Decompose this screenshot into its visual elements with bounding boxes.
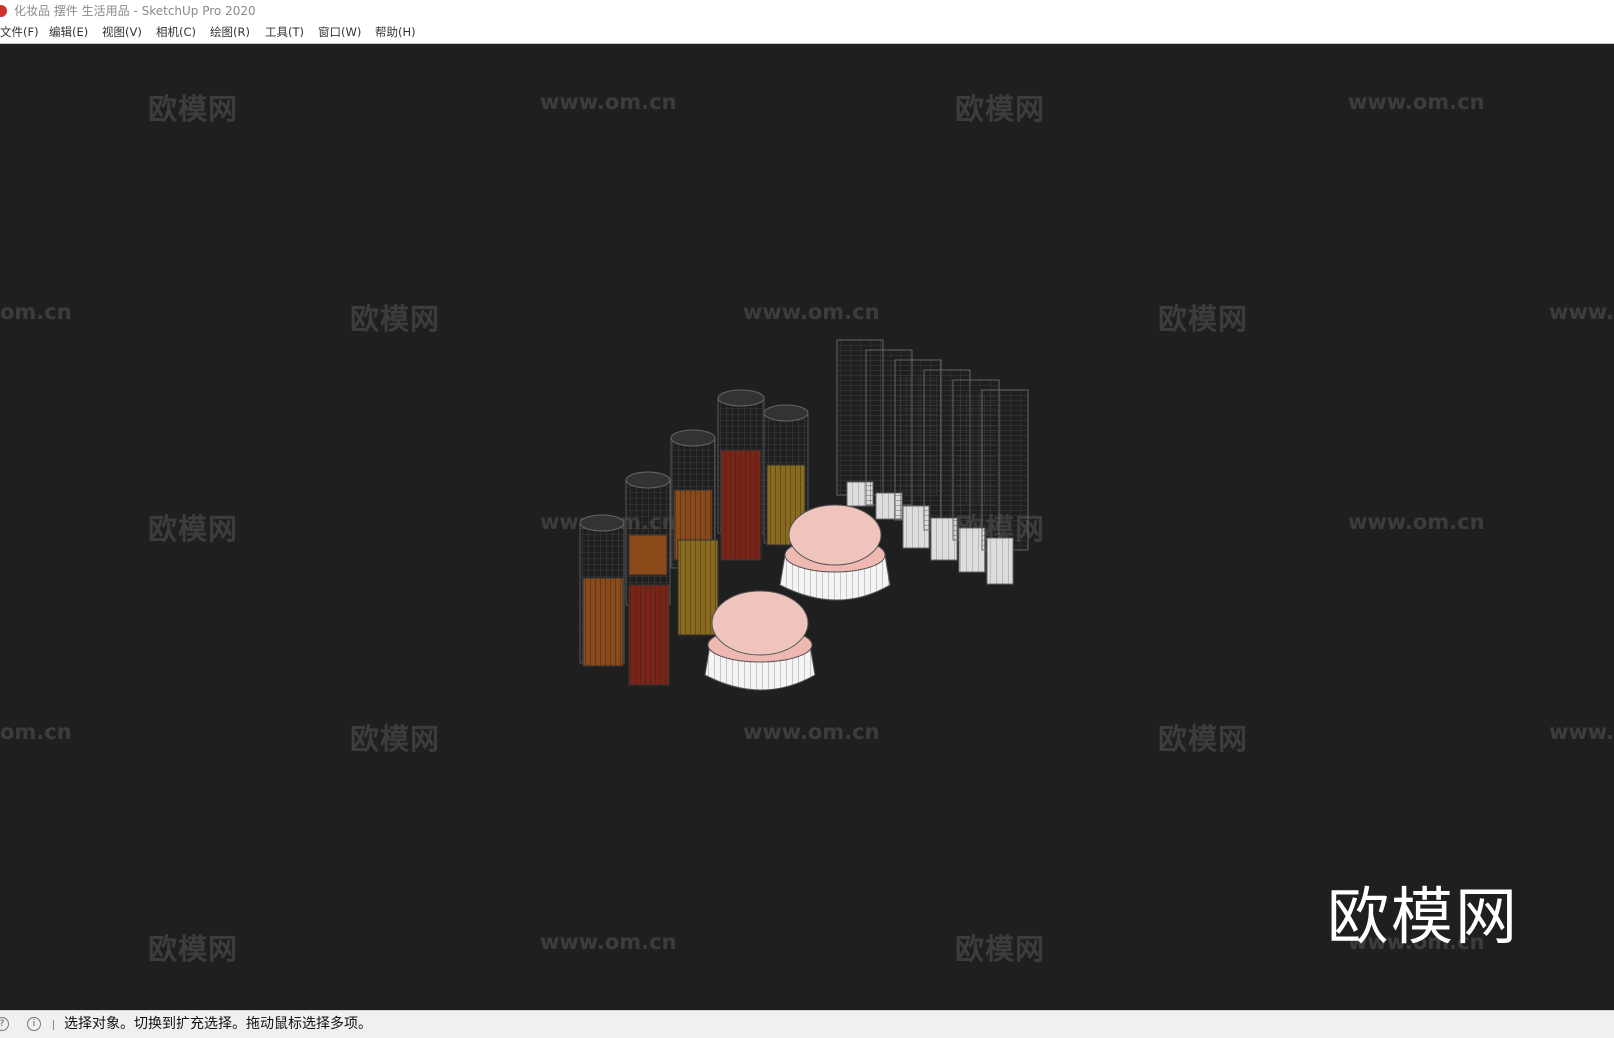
bottle	[717, 389, 765, 561]
menu-view[interactable]: 视图(V)	[102, 22, 142, 43]
menu-tools[interactable]: 工具(T)	[265, 22, 304, 43]
title-bar: 化妆品 摆件 生活用品 - SketchUp Pro 2020	[0, 0, 1614, 22]
window-title: 化妆品 摆件 生活用品 - SketchUp Pro 2020	[14, 4, 256, 18]
model-viewport[interactable]: 欧模网 www.om.cn 欧模网 www.om.cn om.cn 欧模网 ww…	[0, 44, 1614, 1010]
bottle	[670, 429, 719, 636]
bottle	[625, 471, 671, 686]
menu-file[interactable]: 文件(F)	[0, 22, 39, 43]
menu-bar: 文件(F) 编辑(E) 视图(V) 相机(C) 绘图(R) 工具(T) 窗口(W…	[0, 22, 1614, 44]
help-icon[interactable]: ?	[0, 1017, 9, 1031]
brand-logo: 欧模网	[1327, 880, 1520, 953]
bottle	[579, 514, 625, 667]
status-text: 选择对象。切换到扩充选择。拖动鼠标选择多项。	[64, 1016, 372, 1032]
cream-jar	[704, 590, 816, 691]
menu-window[interactable]: 窗口(W)	[318, 22, 361, 43]
tube	[981, 389, 1029, 585]
menu-edit[interactable]: 编辑(E)	[49, 22, 88, 43]
menu-draw[interactable]: 绘图(R)	[210, 22, 250, 43]
menu-camera[interactable]: 相机(C)	[156, 22, 196, 43]
menu-help[interactable]: 帮助(H)	[375, 22, 416, 43]
status-separator	[53, 1020, 54, 1030]
status-bar: ? i 选择对象。切换到扩充选择。拖动鼠标选择多项。	[0, 1010, 1614, 1038]
sketchup-app-icon[interactable]	[0, 5, 7, 17]
info-icon[interactable]: i	[27, 1017, 41, 1031]
cream-jar	[779, 504, 891, 601]
